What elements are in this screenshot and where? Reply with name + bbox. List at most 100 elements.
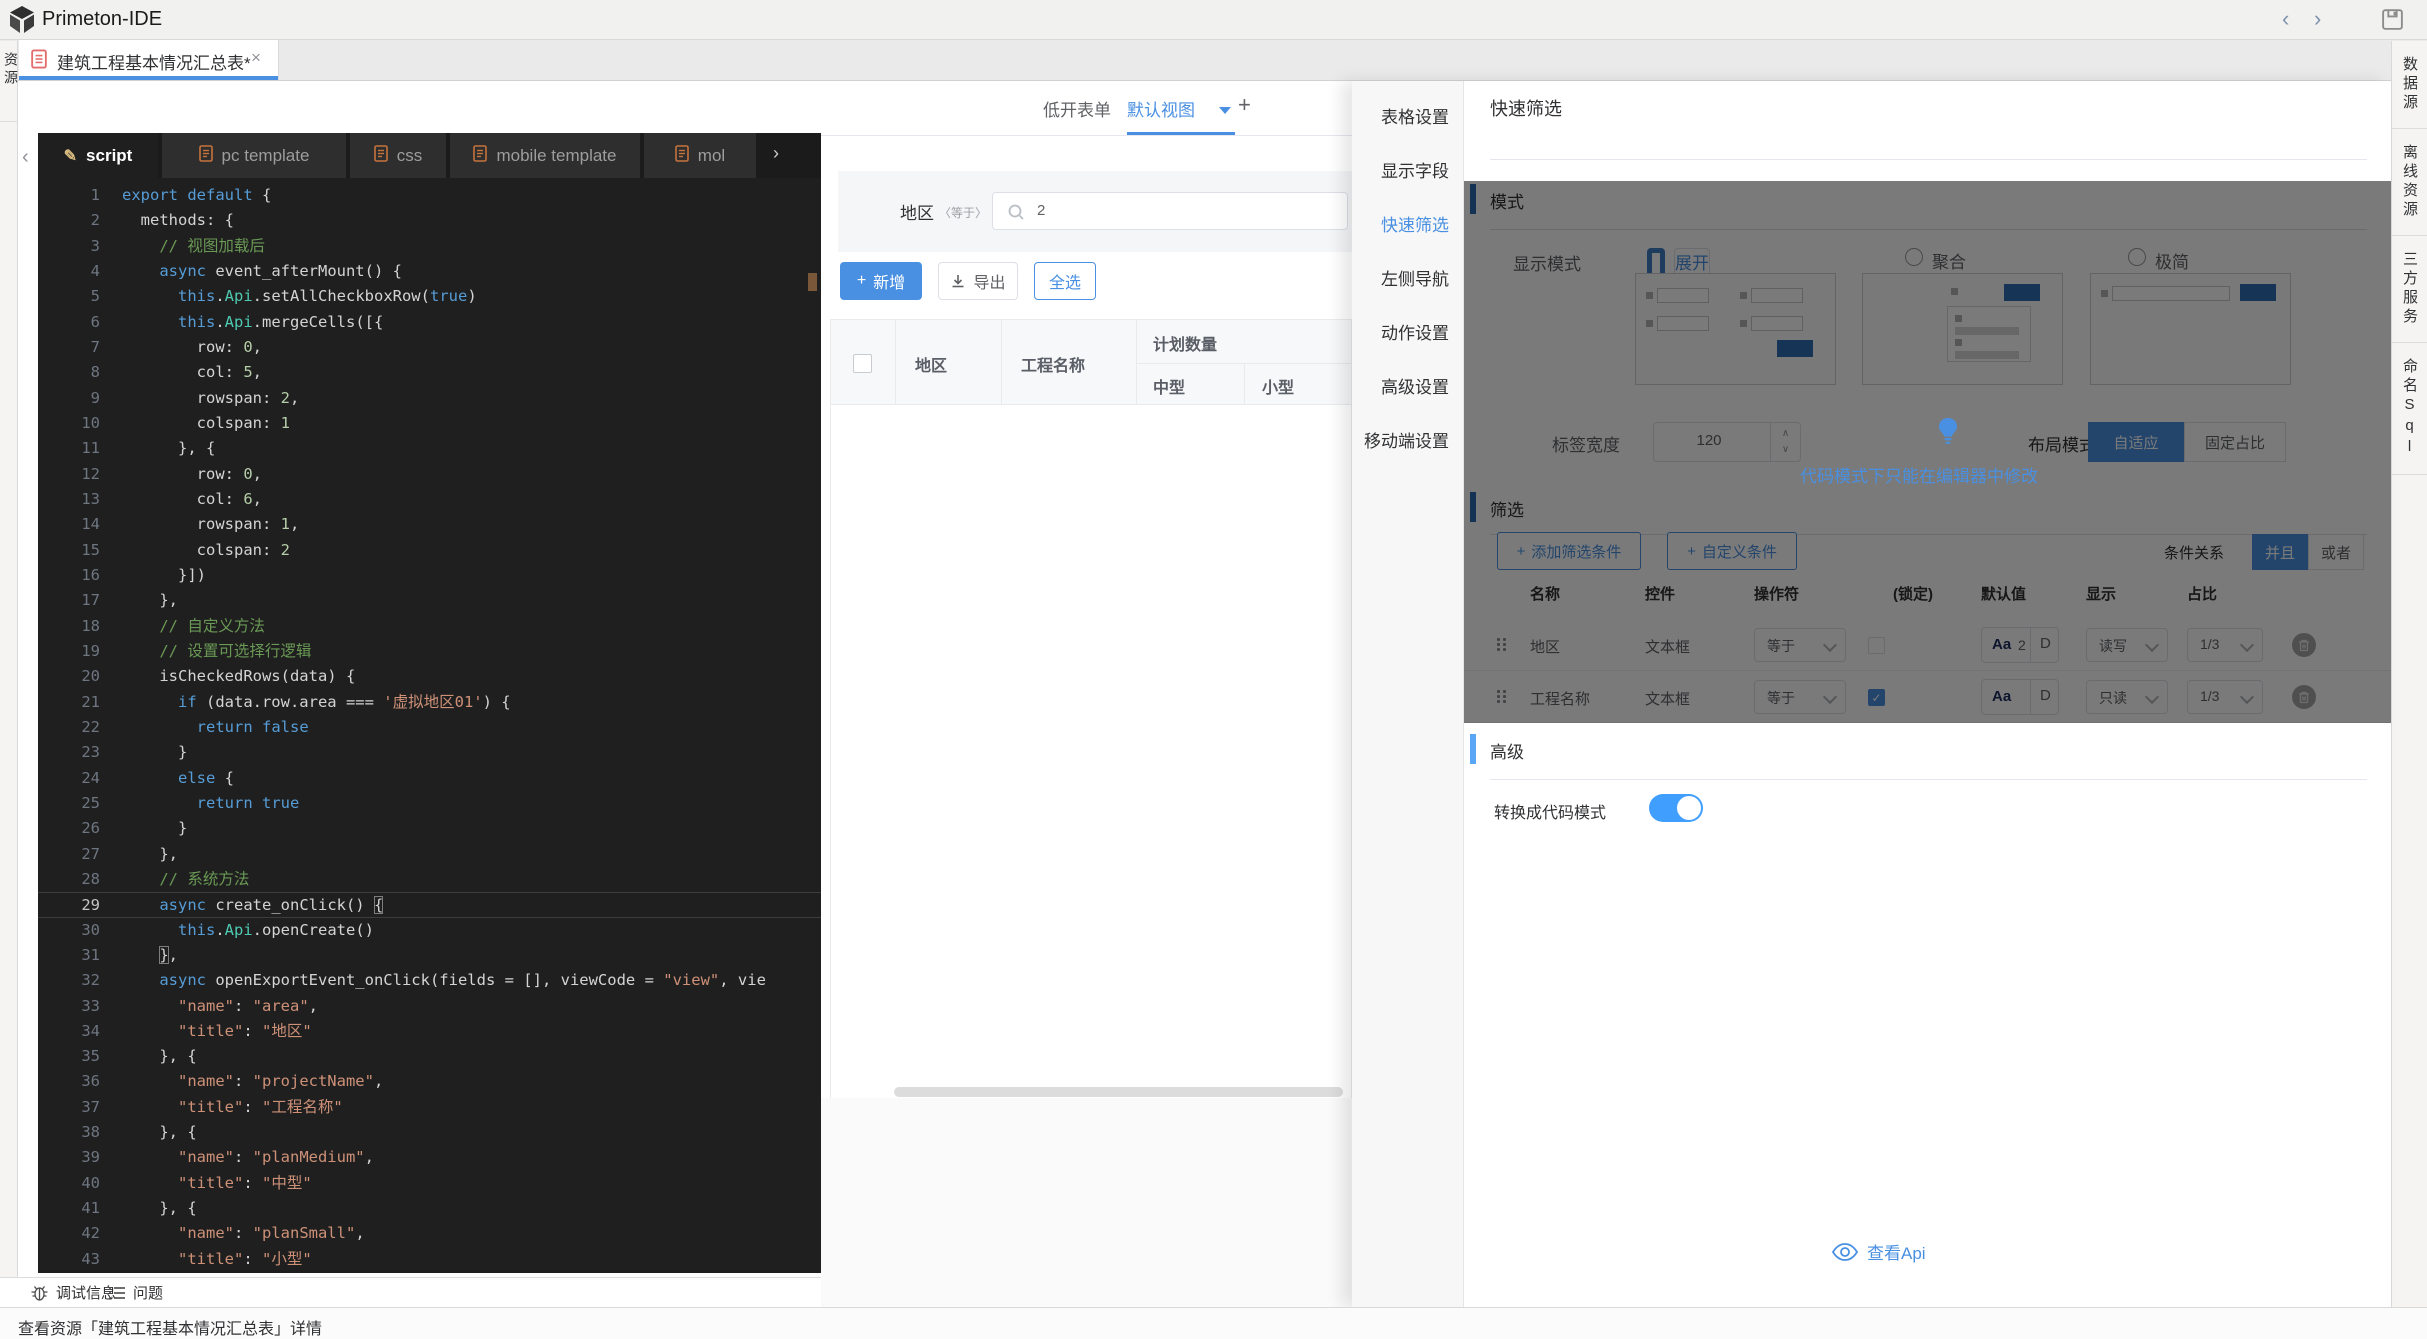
- active-tab-underline: [19, 76, 278, 80]
- code-line-32[interactable]: 32 async openExportEvent_onClick(fields …: [38, 968, 821, 993]
- code-line-15[interactable]: 15 colspan: 2: [38, 538, 821, 563]
- code-line-24[interactable]: 24 else {: [38, 766, 821, 791]
- code-line-5[interactable]: 5 this.Api.setAllCheckboxRow(true): [38, 284, 821, 309]
- editor-tabbar: ✎scriptpc templatecssmobile templatemol: [38, 133, 821, 178]
- plus-icon: +: [857, 272, 866, 290]
- editor-scrollbar-marker[interactable]: [808, 273, 817, 291]
- settings-menu-item-高级设置[interactable]: 高级设置: [1352, 361, 1463, 415]
- code-line-9[interactable]: 9 rowspan: 2,: [38, 386, 821, 411]
- tab-default-view[interactable]: 默认视图: [1127, 96, 1195, 121]
- code-line-39[interactable]: 39 "name": "planMedium",: [38, 1145, 821, 1170]
- code-editor[interactable]: ✎scriptpc templatecssmobile templatemol …: [38, 133, 821, 1273]
- code-line-3[interactable]: 3 // 视图加载后: [38, 234, 821, 259]
- search-input[interactable]: 2: [992, 192, 1348, 230]
- code-line-40[interactable]: 40 "title": "中型": [38, 1171, 821, 1196]
- settings-menu-item-移动端设置[interactable]: 移动端设置: [1352, 415, 1463, 469]
- resources-rail-item[interactable]: 资源: [1, 52, 17, 88]
- settings-menu-item-动作设置[interactable]: 动作设置: [1352, 307, 1463, 361]
- filter-operator-label[interactable]: 〈等于〉: [939, 204, 987, 221]
- debug-info-tab[interactable]: 调试信息: [30, 1282, 116, 1303]
- chevron-down-icon[interactable]: [1219, 107, 1231, 120]
- code-line-10[interactable]: 10 colspan: 1: [38, 411, 821, 436]
- code-line-2[interactable]: 2 methods: {: [38, 208, 821, 233]
- code-line-27[interactable]: 27 },: [38, 842, 821, 867]
- code-line-42[interactable]: 42 "name": "planSmall",: [38, 1221, 821, 1246]
- horizontal-scrollbar[interactable]: [894, 1087, 1343, 1097]
- right-rail-item-三方服务[interactable]: 三方服务: [2392, 236, 2427, 343]
- document-tabstrip: 建筑工程基本情况汇总表* ×: [0, 40, 2427, 81]
- editor-tab-mol[interactable]: mol: [644, 133, 756, 178]
- editor-tab-pc-template[interactable]: pc template: [162, 133, 346, 178]
- left-rail: 资源: [0, 41, 18, 1307]
- problems-tab[interactable]: 问题: [108, 1282, 163, 1303]
- doc-tab[interactable]: 建筑工程基本情况汇总表* ×: [19, 40, 279, 80]
- code-line-14[interactable]: 14 rowspan: 1,: [38, 512, 821, 537]
- right-rail-item-数据源[interactable]: 数据源: [2392, 41, 2427, 129]
- nav-back-icon[interactable]: ‹: [2282, 6, 2289, 32]
- code-mode-toggle-label: 转换成代码模式: [1494, 799, 1606, 823]
- code-line-34[interactable]: 34 "title": "地区": [38, 1019, 821, 1044]
- view-api-link[interactable]: 查看Api: [1832, 1239, 1926, 1264]
- code-line-11[interactable]: 11 }, {: [38, 436, 821, 461]
- download-icon: [950, 273, 966, 289]
- editor-tab-script[interactable]: ✎script: [38, 133, 158, 178]
- code-line-26[interactable]: 26 }: [38, 816, 821, 841]
- status-bar: 查看资源「建筑工程基本情况汇总表」详情: [0, 1307, 2427, 1339]
- code-line-37[interactable]: 37 "title": "工程名称": [38, 1095, 821, 1120]
- editor-tabs-scroll-right-icon[interactable]: ›: [773, 143, 779, 164]
- select-all-button[interactable]: 全选: [1034, 262, 1096, 300]
- code-line-36[interactable]: 36 "name": "projectName",: [38, 1069, 821, 1094]
- code-line-7[interactable]: 7 row: 0,: [38, 335, 821, 360]
- code-line-1[interactable]: 1export default {: [38, 183, 821, 208]
- code-mode-switch[interactable]: [1649, 794, 1703, 822]
- code-line-28[interactable]: 28 // 系统方法: [38, 867, 821, 892]
- export-button[interactable]: 导出: [938, 262, 1018, 300]
- settings-menu-item-表格设置[interactable]: 表格设置: [1352, 91, 1463, 145]
- save-icon[interactable]: [2380, 7, 2405, 37]
- nav-forward-icon[interactable]: ›: [2314, 6, 2321, 32]
- code-line-18[interactable]: 18 // 自定义方法: [38, 614, 821, 639]
- code-line-29[interactable]: 29 async create_onClick() {: [38, 892, 821, 917]
- code-line-13[interactable]: 13 col: 6,: [38, 487, 821, 512]
- add-view-button[interactable]: +: [1238, 92, 1251, 118]
- code-area[interactable]: 1export default {2 methods: {3 // 视图加载后4…: [38, 178, 821, 1273]
- code-line-4[interactable]: 4 async event_afterMount() {: [38, 259, 821, 284]
- code-line-25[interactable]: 25 return true: [38, 791, 821, 816]
- editor-tab-css[interactable]: css: [350, 133, 446, 178]
- code-line-31[interactable]: 31 },: [38, 943, 821, 968]
- right-rail: 数据源离线资源三方服务命名Sql: [2391, 41, 2427, 1339]
- add-record-button[interactable]: +新增: [840, 262, 922, 300]
- code-line-33[interactable]: 33 "name": "area",: [38, 994, 821, 1019]
- code-line-6[interactable]: 6 this.Api.mergeCells([{: [38, 310, 821, 335]
- code-line-23[interactable]: 23 }: [38, 740, 821, 765]
- code-line-19[interactable]: 19 // 设置可选择行逻辑: [38, 639, 821, 664]
- code-line-35[interactable]: 35 }, {: [38, 1044, 821, 1069]
- code-line-17[interactable]: 17 },: [38, 588, 821, 613]
- settings-content: 快速筛选 模式 显示模式 展开聚合极简: [1464, 81, 2391, 1307]
- tab-low-code-form[interactable]: 低开表单: [1043, 96, 1111, 121]
- settings-menu-item-左侧导航[interactable]: 左侧导航: [1352, 253, 1463, 307]
- code-line-30[interactable]: 30 this.Api.openCreate(): [38, 918, 821, 943]
- settings-menu-item-快速筛选[interactable]: 快速筛选: [1352, 199, 1463, 253]
- code-line-8[interactable]: 8 col: 5,: [38, 360, 821, 385]
- settings-menu-item-显示字段[interactable]: 显示字段: [1352, 145, 1463, 199]
- code-line-21[interactable]: 21 if (data.row.area === '虚拟地区01') {: [38, 690, 821, 715]
- file-icon: [374, 145, 388, 167]
- close-icon[interactable]: ×: [251, 48, 261, 68]
- section-title-advanced: 高级: [1490, 738, 1524, 763]
- search-icon: [1007, 203, 1025, 221]
- code-line-41[interactable]: 41 }, {: [38, 1196, 821, 1221]
- right-rail-item-命名Sql[interactable]: 命名Sql: [2392, 343, 2427, 475]
- editor-tabs-scroll-left-icon[interactable]: ‹: [22, 146, 29, 169]
- code-line-16[interactable]: 16 }]): [38, 563, 821, 588]
- code-line-12[interactable]: 12 row: 0,: [38, 462, 821, 487]
- code-line-43[interactable]: 43 "title": "小型": [38, 1247, 821, 1272]
- code-line-20[interactable]: 20 isCheckedRows(data) {: [38, 664, 821, 689]
- form-preview-panel: 低开表单 默认视图 + 地区 〈等于〉 2 +新增 导出 全选: [821, 81, 1352, 1307]
- filter-field-label: 地区: [900, 199, 934, 224]
- editor-tab-mobile-template[interactable]: mobile template: [450, 133, 640, 178]
- code-line-38[interactable]: 38 }, {: [38, 1120, 821, 1145]
- code-line-22[interactable]: 22 return false: [38, 715, 821, 740]
- document-icon: [31, 49, 47, 74]
- right-rail-item-离线资源[interactable]: 离线资源: [2392, 129, 2427, 236]
